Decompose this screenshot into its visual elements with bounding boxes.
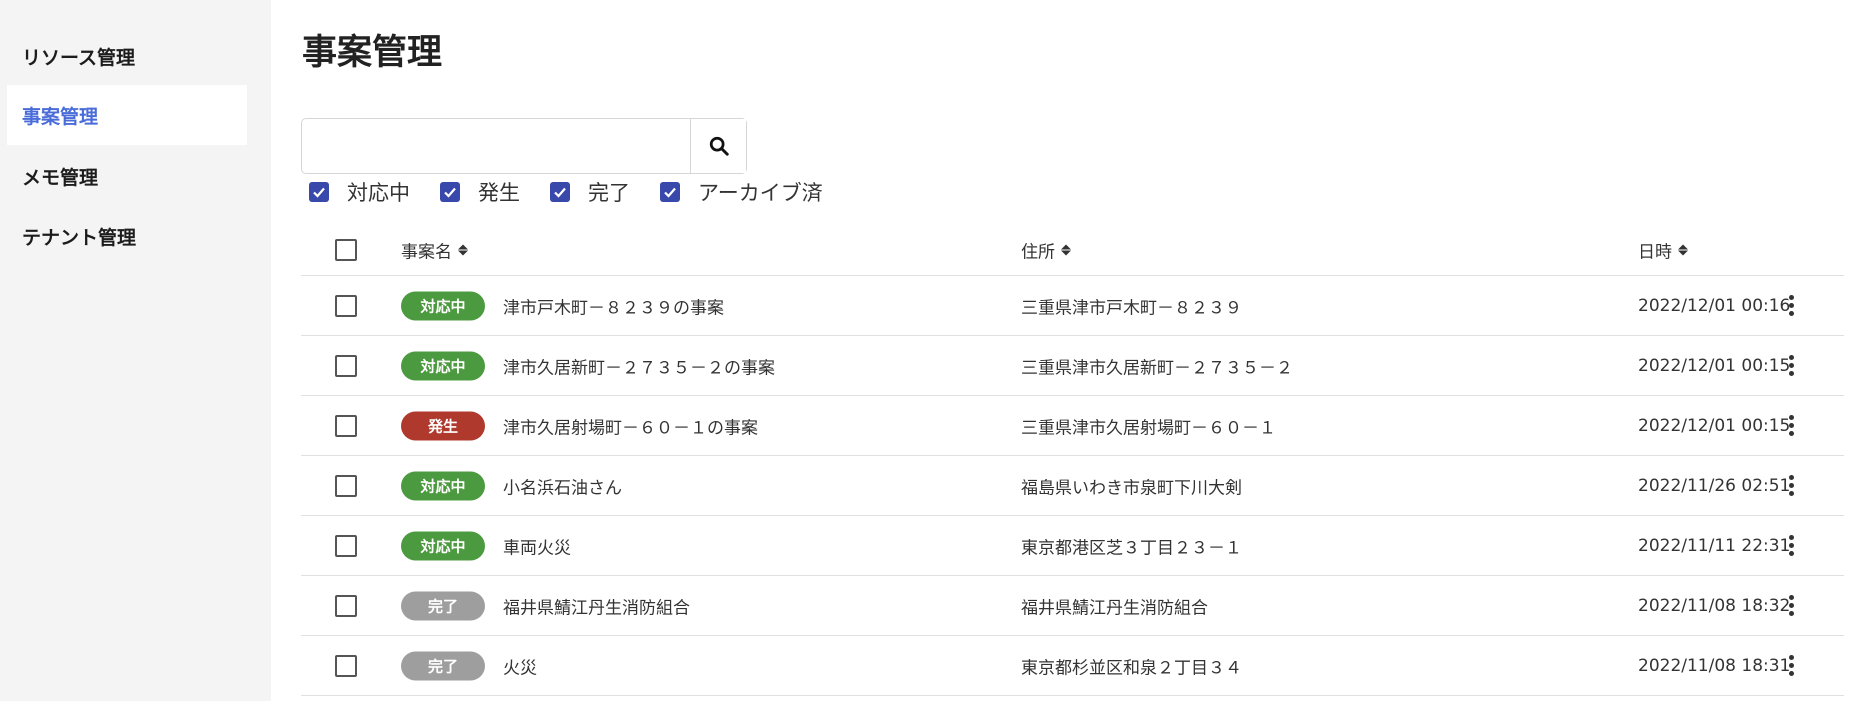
status-badge: 対応中 — [401, 351, 485, 380]
incident-address: 三重県津市久居新町－２７３５－２ — [1021, 358, 1293, 378]
more-vert-icon[interactable] — [1780, 471, 1802, 501]
incident-name: 小名浜石油さん — [503, 478, 622, 498]
row-checkbox-cell — [335, 534, 357, 557]
row-checkbox-cell — [335, 474, 357, 497]
checkbox-checked-icon[interactable] — [309, 182, 329, 202]
more-vert-icon[interactable] — [1780, 651, 1802, 681]
sidebar: リソース管理 事案管理 メモ管理 テナント管理 — [0, 0, 271, 701]
row-checkbox[interactable] — [335, 594, 357, 617]
filter-label: 対応中 — [347, 181, 410, 205]
incident-datetime: 2022/12/01 00:15 — [1638, 415, 1791, 436]
table-header: 事案名 住所 日時 — [301, 224, 1844, 276]
incident-name: 車両火災 — [503, 538, 571, 558]
search-input[interactable] — [302, 119, 691, 173]
more-vert-icon[interactable] — [1780, 291, 1802, 321]
header-label: 事案名 — [401, 242, 452, 262]
checkbox-checked-icon[interactable] — [440, 182, 460, 202]
incident-address: 東京都杉並区和泉２丁目３４ — [1021, 658, 1242, 678]
status-badge: 完了 — [401, 651, 485, 680]
incident-address: 福井県鯖江丹生消防組合 — [1021, 598, 1208, 618]
sort-icon[interactable] — [1678, 244, 1688, 255]
sort-icon[interactable] — [458, 244, 468, 255]
incident-datetime: 2022/11/11 22:31 — [1638, 535, 1791, 556]
checkbox-checked-icon[interactable] — [660, 182, 680, 202]
row-checkbox-cell — [335, 594, 357, 617]
status-badge: 対応中 — [401, 531, 485, 560]
page-title: 事案管理 — [302, 33, 443, 73]
main-content: 事案管理 対応中 発生 完了 アーカイブ済 事案名 住所 日時 対応中 津市戸木… — [271, 0, 1874, 701]
select-all-checkbox[interactable] — [335, 238, 357, 261]
search-box — [301, 118, 747, 174]
filter-label: 発生 — [478, 181, 520, 205]
sidebar-item-label: 事案管理 — [22, 105, 99, 128]
incident-name: 福井県鯖江丹生消防組合 — [503, 598, 690, 618]
more-vert-icon[interactable] — [1780, 531, 1802, 561]
incident-address: 三重県津市久居射場町－６０－１ — [1021, 418, 1276, 438]
header-address[interactable]: 住所 — [1021, 237, 1071, 262]
header-label: 住所 — [1021, 242, 1055, 262]
table-row[interactable]: 完了 火災 東京都杉並区和泉２丁目３４ 2022/11/08 18:31 — [301, 636, 1844, 696]
table-row[interactable]: 対応中 津市久居新町－２７３５－２の事案 三重県津市久居新町－２７３５－２ 20… — [301, 336, 1844, 396]
sidebar-item-tenant[interactable]: テナント管理 — [7, 206, 247, 266]
row-checkbox[interactable] — [335, 654, 357, 677]
status-filters: 対応中 発生 完了 アーカイブ済 — [309, 178, 853, 206]
more-vert-icon[interactable] — [1780, 411, 1802, 441]
status-badge: 発生 — [401, 411, 485, 440]
header-name[interactable]: 事案名 — [401, 237, 468, 262]
row-checkbox-cell — [335, 654, 357, 677]
header-datetime[interactable]: 日時 — [1638, 237, 1688, 262]
more-vert-icon[interactable] — [1780, 351, 1802, 381]
row-checkbox-cell — [335, 354, 357, 377]
filter-in-progress[interactable]: 対応中 — [309, 177, 410, 207]
sidebar-item-label: リソース管理 — [22, 46, 136, 69]
search-icon — [709, 136, 729, 156]
status-badge: 対応中 — [401, 471, 485, 500]
incident-datetime: 2022/11/08 18:31 — [1638, 655, 1791, 676]
incident-address: 三重県津市戸木町－８２３９ — [1021, 298, 1242, 318]
incident-address: 福島県いわき市泉町下川大剣 — [1021, 478, 1242, 498]
header-label: 日時 — [1638, 242, 1672, 262]
incident-name: 火災 — [503, 658, 537, 678]
incident-name: 津市久居新町－２７３５－２の事案 — [503, 358, 775, 378]
sidebar-item-resource[interactable]: リソース管理 — [7, 26, 247, 86]
checkbox-checked-icon[interactable] — [550, 182, 570, 202]
status-badge: 対応中 — [401, 291, 485, 320]
sidebar-item-label: メモ管理 — [22, 166, 99, 189]
status-badge: 完了 — [401, 591, 485, 620]
filter-occurred[interactable]: 発生 — [440, 177, 520, 207]
table-row[interactable]: 対応中 車両火災 東京都港区芝３丁目２３－１ 2022/11/11 22:31 — [301, 516, 1844, 576]
incident-datetime: 2022/12/01 00:15 — [1638, 355, 1791, 376]
sort-icon[interactable] — [1061, 244, 1071, 255]
row-checkbox[interactable] — [335, 294, 357, 317]
select-all-checkbox-cell — [335, 238, 357, 261]
filter-completed[interactable]: 完了 — [550, 177, 630, 207]
table-row[interactable]: 対応中 津市戸木町－８２３９の事案 三重県津市戸木町－８２３９ 2022/12/… — [301, 276, 1844, 336]
incident-address: 東京都港区芝３丁目２３－１ — [1021, 538, 1242, 558]
row-checkbox[interactable] — [335, 474, 357, 497]
filter-label: 完了 — [588, 181, 630, 205]
more-vert-icon[interactable] — [1780, 591, 1802, 621]
search-button[interactable] — [690, 119, 746, 173]
table-row[interactable]: 完了 福井県鯖江丹生消防組合 福井県鯖江丹生消防組合 2022/11/08 18… — [301, 576, 1844, 636]
row-checkbox-cell — [335, 294, 357, 317]
incident-name: 津市久居射場町－６０－１の事案 — [503, 418, 758, 438]
incident-datetime: 2022/11/26 02:51 — [1638, 475, 1791, 496]
row-checkbox[interactable] — [335, 534, 357, 557]
filter-label: アーカイブ済 — [698, 181, 823, 205]
incident-datetime: 2022/12/01 00:16 — [1638, 295, 1791, 316]
row-checkbox[interactable] — [335, 354, 357, 377]
sidebar-item-label: テナント管理 — [22, 226, 137, 249]
filter-archived[interactable]: アーカイブ済 — [660, 177, 823, 207]
table-row[interactable]: 対応中 小名浜石油さん 福島県いわき市泉町下川大剣 2022/11/26 02:… — [301, 456, 1844, 516]
sidebar-item-incident[interactable]: 事案管理 — [7, 85, 247, 145]
sidebar-item-memo[interactable]: メモ管理 — [7, 146, 247, 206]
table-row[interactable]: 発生 津市久居射場町－６０－１の事案 三重県津市久居射場町－６０－１ 2022/… — [301, 396, 1844, 456]
row-checkbox[interactable] — [335, 414, 357, 437]
incident-datetime: 2022/11/08 18:32 — [1638, 595, 1791, 616]
row-checkbox-cell — [335, 414, 357, 437]
incident-name: 津市戸木町－８２３９の事案 — [503, 298, 724, 318]
incident-table: 事案名 住所 日時 対応中 津市戸木町－８２３９の事案 三重県津市戸木町－８２３… — [301, 224, 1844, 696]
